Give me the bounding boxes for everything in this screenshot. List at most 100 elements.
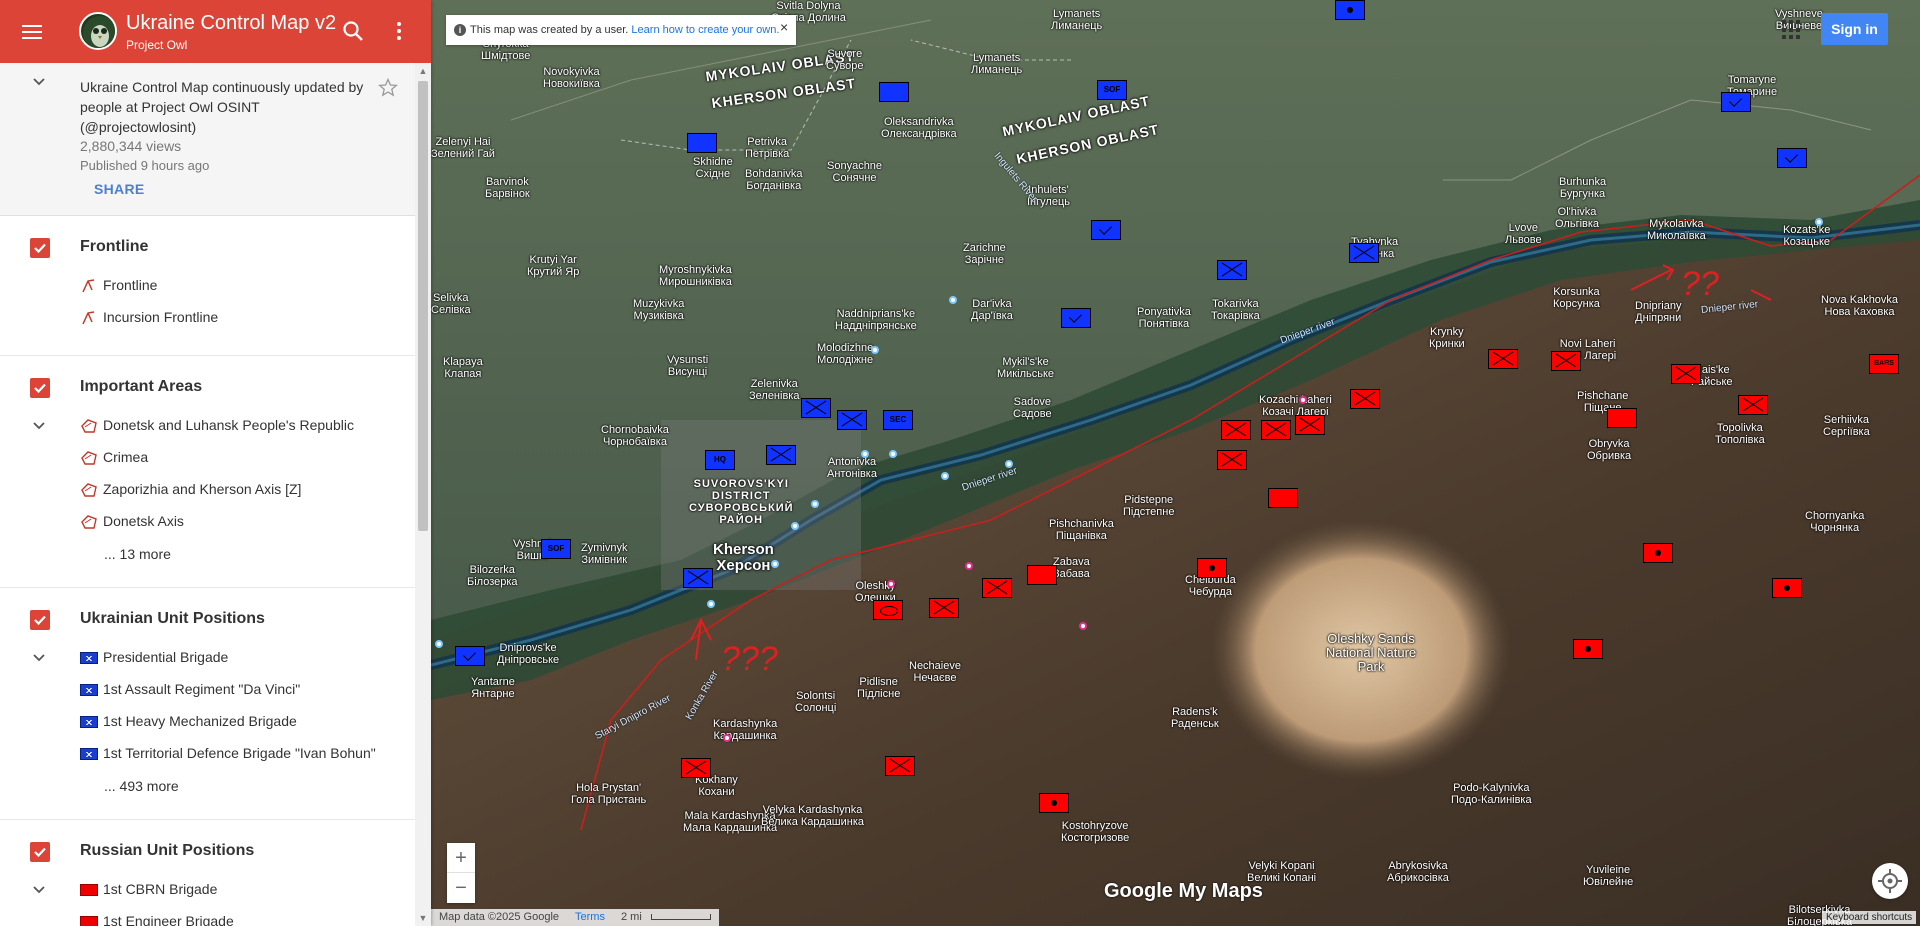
ukrainian-unit-marker[interactable]: [1721, 92, 1751, 112]
location-marker[interactable]: [1815, 218, 1823, 226]
location-marker[interactable]: [965, 562, 973, 570]
location-marker[interactable]: [811, 500, 819, 508]
russian-unit-marker[interactable]: [1217, 450, 1247, 470]
location-marker[interactable]: [723, 734, 731, 742]
search-icon[interactable]: [340, 18, 366, 44]
share-button[interactable]: SHARE: [94, 181, 145, 197]
layer-checkbox[interactable]: [30, 238, 50, 258]
russian-unit-marker[interactable]: [1350, 389, 1380, 409]
russian-unit-marker[interactable]: [929, 598, 959, 618]
location-marker[interactable]: [887, 580, 895, 588]
scroll-up-arrow[interactable]: ▲: [418, 66, 428, 76]
ukrainian-unit-marker[interactable]: [879, 82, 909, 102]
legend-item[interactable]: Presidential Brigade: [0, 642, 415, 674]
ukrainian-unit-marker[interactable]: [1091, 220, 1121, 240]
russian-unit-marker[interactable]: BARS: [1869, 354, 1899, 374]
ukrainian-unit-marker[interactable]: [1777, 148, 1807, 168]
russian-unit-marker[interactable]: [1295, 415, 1325, 435]
ukrainian-unit-marker[interactable]: [687, 133, 717, 153]
russian-unit-marker[interactable]: [1738, 395, 1768, 415]
russian-unit-marker[interactable]: [1671, 364, 1701, 384]
location-marker[interactable]: [871, 346, 879, 354]
location-marker[interactable]: [435, 640, 443, 648]
ukrainian-unit-marker[interactable]: [455, 646, 485, 666]
location-marker[interactable]: [861, 450, 869, 458]
ukrainian-unit-marker[interactable]: [1061, 308, 1091, 328]
location-marker[interactable]: [1005, 460, 1013, 468]
russian-unit-marker[interactable]: [1221, 420, 1251, 440]
chevron-down-icon[interactable]: [32, 75, 46, 89]
sign-in-button[interactable]: Sign in: [1821, 13, 1888, 45]
russian-unit-marker[interactable]: [873, 600, 903, 620]
ukrainian-unit-marker[interactable]: SOF: [541, 539, 571, 559]
scroll-down-arrow[interactable]: ▼: [418, 913, 428, 923]
location-marker[interactable]: [1299, 396, 1307, 404]
russian-unit-marker[interactable]: [1261, 420, 1291, 440]
close-icon[interactable]: ×: [780, 19, 788, 35]
terms-link[interactable]: Terms: [567, 909, 613, 926]
russian-unit-marker[interactable]: [1643, 543, 1673, 563]
layer-checkbox[interactable]: [30, 610, 50, 630]
russian-unit-marker[interactable]: [1607, 408, 1637, 428]
location-marker[interactable]: [941, 472, 949, 480]
ukrainian-unit-marker[interactable]: HQ: [705, 450, 735, 470]
ukrainian-unit-marker[interactable]: [1217, 260, 1247, 280]
map-author[interactable]: Project Owl: [126, 38, 187, 52]
legend-item[interactable]: 1st Heavy Mechanized Brigade: [0, 706, 415, 738]
legend-item[interactable]: Incursion Frontline: [0, 302, 415, 334]
russian-unit-marker[interactable]: [885, 756, 915, 776]
legend-item[interactable]: 1st CBRN Brigade: [0, 874, 415, 906]
location-marker[interactable]: [1079, 622, 1087, 630]
chevron-down-icon[interactable]: [32, 651, 46, 665]
legend-item[interactable]: Donetsk and Luhansk People's Republic: [0, 410, 415, 442]
layer-checkbox[interactable]: [30, 378, 50, 398]
map-canvas[interactable]: ??? ?? MYKOLAIV OBLAST KHERSON OBLAST MY…: [431, 0, 1920, 926]
ukrainian-unit-marker[interactable]: SEC: [883, 410, 913, 430]
scroll-thumb[interactable]: [418, 81, 428, 531]
legend-item[interactable]: Crimea: [0, 442, 415, 474]
layer-checkbox[interactable]: [30, 842, 50, 862]
ukrainian-unit-marker[interactable]: [801, 398, 831, 418]
legend-item[interactable]: Zaporizhia and Kherson Axis [Z]: [0, 474, 415, 506]
more-options-icon[interactable]: [388, 18, 410, 44]
legend-item[interactable]: Frontline: [0, 270, 415, 302]
learn-more-link[interactable]: Learn how to create your own.: [631, 24, 779, 36]
russian-unit-marker[interactable]: [1772, 578, 1802, 598]
russian-unit-marker[interactable]: [1488, 349, 1518, 369]
legend-item[interactable]: 1st Assault Regiment "Da Vinci": [0, 674, 415, 706]
russian-unit-marker[interactable]: [1573, 639, 1603, 659]
ukrainian-unit-marker[interactable]: SOF: [1097, 80, 1127, 100]
location-marker[interactable]: [949, 296, 957, 304]
ukrainian-unit-marker[interactable]: [1349, 243, 1379, 263]
sidebar-scrollbar[interactable]: ▲ ▼: [415, 63, 431, 926]
russian-unit-marker[interactable]: [982, 578, 1012, 598]
more-items-link[interactable]: ... 493 more: [104, 778, 179, 794]
zoom-out-button[interactable]: −: [447, 873, 475, 903]
legend-item[interactable]: Donetsk Axis: [0, 506, 415, 538]
location-marker[interactable]: [707, 600, 715, 608]
zoom-in-button[interactable]: +: [447, 843, 475, 873]
apps-grid-icon[interactable]: [1782, 20, 1802, 40]
star-icon[interactable]: [377, 77, 399, 98]
legend-item[interactable]: 1st Engineer Brigade: [0, 906, 415, 926]
more-items-link[interactable]: ... 13 more: [104, 546, 171, 562]
keyboard-shortcuts-link[interactable]: Keyboard shortcuts: [1822, 911, 1917, 924]
ukrainian-unit-marker[interactable]: [766, 445, 796, 465]
legend-item[interactable]: 1st Territorial Defence Brigade "Ivan Bo…: [0, 738, 415, 770]
ukrainian-unit-marker[interactable]: [837, 410, 867, 430]
scale-bar[interactable]: 2 mi: [612, 909, 719, 926]
location-marker[interactable]: [771, 560, 779, 568]
russian-unit-marker[interactable]: [1268, 488, 1298, 508]
russian-unit-marker[interactable]: [1551, 351, 1581, 371]
russian-unit-marker[interactable]: [681, 758, 711, 778]
location-marker[interactable]: [791, 522, 799, 530]
ukrainian-unit-marker[interactable]: [683, 568, 713, 588]
russian-unit-marker[interactable]: [1039, 793, 1069, 813]
russian-unit-marker[interactable]: [1027, 565, 1057, 585]
my-location-button[interactable]: [1872, 863, 1908, 899]
chevron-down-icon[interactable]: [32, 883, 46, 897]
ukrainian-unit-marker[interactable]: [1335, 0, 1365, 20]
russian-unit-marker[interactable]: [1197, 558, 1227, 578]
menu-button[interactable]: [18, 18, 46, 46]
location-marker[interactable]: [889, 450, 897, 458]
